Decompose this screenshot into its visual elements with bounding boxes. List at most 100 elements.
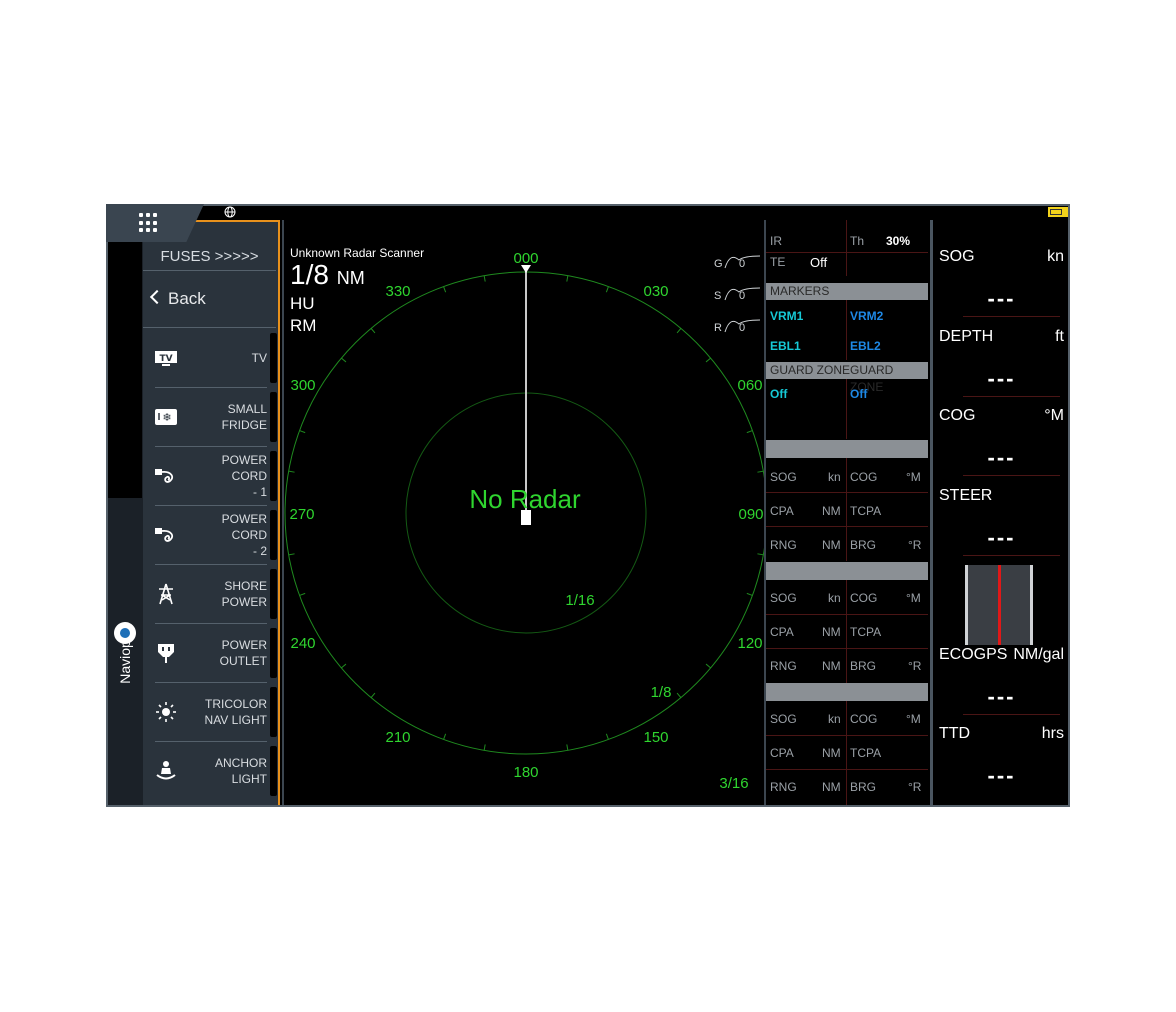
target-sog-unit: kn [828,591,841,605]
sog-gauge[interactable]: SOG kn --- [933,238,1070,317]
bearing-tick [757,553,764,556]
gauge-unit: hrs [1041,725,1064,742]
bearing-tick [443,286,447,293]
gauge-title: TTD [939,725,971,742]
orientation-mode[interactable]: HU [290,293,424,315]
gauge-value: --- [987,366,1016,391]
bearing-tick [288,470,295,473]
bearing-tick [676,328,682,334]
bearing-label-240: 240 [290,635,315,652]
fuse-item-shore-power[interactable]: SHORE POWER [155,565,277,624]
bearing-label-300: 300 [290,377,315,394]
gauge-value: --- [987,286,1016,311]
target-rng-label: RNG [770,538,797,552]
target-cpa-unit: NM [822,625,841,639]
target-cpa-label: CPA [770,625,794,639]
motion-mode[interactable]: RM [290,315,424,337]
bearing-label-150: 150 [643,729,668,746]
th-label[interactable]: Th [850,234,864,248]
radar-pane[interactable]: 000 030 060 090 120 150 180 210 240 270 … [282,220,766,807]
toggle-handle[interactable] [270,628,277,678]
bearing-tick [746,592,753,596]
target-sog-label: SOG [770,712,797,726]
bearing-tick [341,663,347,669]
bearing-tick [566,275,569,282]
fuses-title[interactable]: FUSES >>>>> [143,244,276,271]
markers-header: MARKERS [766,283,928,300]
power-cord-icon [155,469,174,483]
target-tcpa-label: TCPA [850,625,882,639]
fuse-item-label: POWER CORD - 2 [221,512,267,558]
globe-icon[interactable] [224,206,236,218]
fuse-item-tv[interactable]: TV TV [155,329,277,388]
gauge-value: --- [987,525,1016,550]
toggle-handle[interactable] [270,510,277,560]
fuse-item-tricolor-nav-light[interactable]: TRICOLOR NAV LIGHT [155,683,277,742]
bearing-tick [443,733,447,740]
te-label[interactable]: TE [770,255,785,269]
fuse-item-label: POWER CORD - 1 [221,453,267,499]
fuse-item-power-outlet[interactable]: POWER OUTLET [155,624,277,683]
target-brg-unit: °R [908,780,922,794]
tv-icon: TV [155,351,177,366]
bearing-tick [299,592,306,596]
range-ring-label: 1/8 [651,684,672,701]
bearing-tick [605,286,609,293]
gauge-unit: ft [1055,328,1064,345]
target-cpa-label: CPA [770,504,794,518]
target-rng-label: RNG [770,659,797,673]
toggle-handle[interactable] [270,746,277,796]
target-sog-unit: kn [828,470,841,484]
toggle-handle[interactable] [270,451,277,501]
toggle-handle[interactable] [270,333,277,383]
fuse-list: FUSES >>>>> Back TV TV ❄ SMALL FRIDGE PO… [143,222,278,805]
ecogps-gauge[interactable]: ECOGPS NM/gal --- [933,636,1070,715]
naviop-label: Naviop [117,640,133,684]
range-ring-label: 1/16 [565,592,594,609]
fuses-panel: Naviop FUSES >>>>> Back TV TV ❄ SMALL FR… [106,220,280,807]
anchor-light-icon [156,761,176,780]
svg-text:R: R [714,322,722,334]
vrm1-marker[interactable]: VRM1 [770,309,803,323]
fuse-item-small-fridge[interactable]: ❄ SMALL FRIDGE [155,388,277,447]
battery-icon [1048,207,1068,217]
guard-zone-2-value[interactable]: Off [850,387,867,401]
back-button[interactable]: Back [143,270,276,328]
fuse-item-power-cord-1[interactable]: POWER CORD - 1 [155,447,277,506]
target-1-header[interactable] [766,440,928,458]
range-readout[interactable]: 1/8 NM [290,260,424,293]
back-label: Back [168,289,206,308]
fuse-item-anchor-light[interactable]: ANCHOR LIGHT [155,742,277,800]
range-value: 1/8 [290,259,329,290]
guard-zone-1-value[interactable]: Off [770,387,787,401]
target-cpa-unit: NM [822,504,841,518]
target-cog-unit: °M [906,470,921,484]
depth-gauge[interactable]: DEPTH ft --- [933,318,1070,397]
fuse-item-power-cord-2[interactable]: POWER CORD - 2 [155,506,277,565]
fuse-item-label: SHORE POWER [221,579,267,609]
toggle-handle[interactable] [270,687,277,737]
target-2-header[interactable] [766,562,928,580]
ir-label[interactable]: IR [770,234,782,248]
steer-gauge[interactable]: STEER --- [933,477,1070,556]
te-value: Off [810,255,828,270]
ebl1-marker[interactable]: EBL1 [770,339,801,353]
target-tcpa-label: TCPA [850,746,882,760]
gain-controls: G 0 S 0 R 0 [714,255,761,334]
target-3-header[interactable] [766,683,928,701]
radar-info: Unknown Radar Scanner 1/8 NM HU RM [290,246,424,337]
toggle-handle[interactable] [270,392,277,442]
bearing-label-000: 000 [513,250,538,267]
toggle-handle[interactable] [270,569,277,619]
chartplotter-screen: Naviop FUSES >>>>> Back TV TV ❄ SMALL FR… [106,204,1070,807]
naviop-tab[interactable]: Naviop [108,222,142,805]
bearing-tick [483,275,486,282]
ttd-gauge[interactable]: TTD hrs --- [933,715,1070,794]
vrm2-marker[interactable]: VRM2 [850,309,883,323]
gauge-value: --- [987,445,1016,470]
target-cog-unit: °M [906,591,921,605]
cog-gauge[interactable]: COG °M --- [933,397,1070,476]
fuse-item-label: POWER OUTLET [219,638,267,668]
ebl2-marker[interactable]: EBL2 [850,339,881,353]
svg-text:0: 0 [739,290,745,302]
